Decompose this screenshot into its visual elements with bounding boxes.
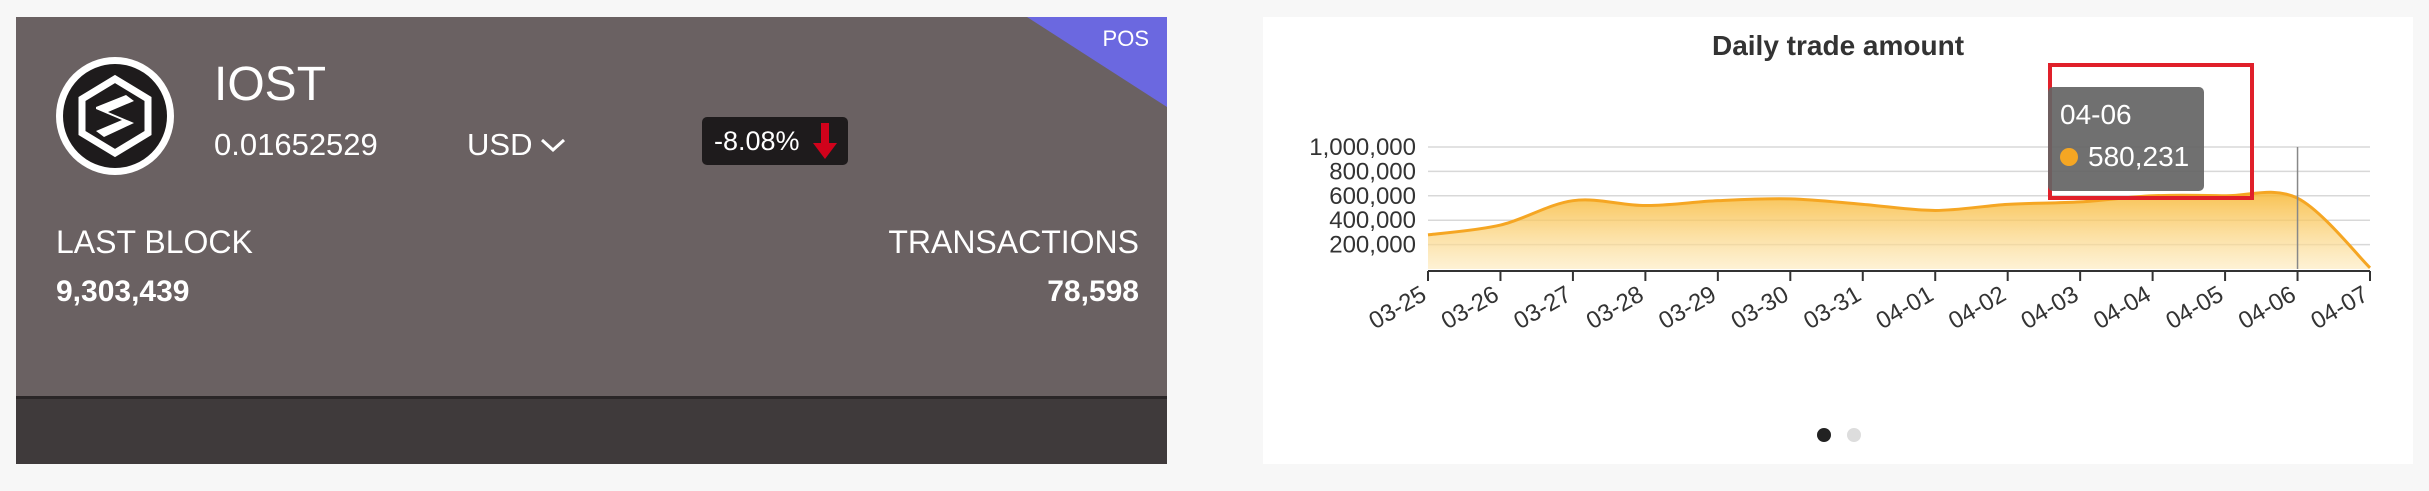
y-tick-label: 1,000,000 xyxy=(1309,134,1416,161)
chevron-down-icon xyxy=(541,138,566,153)
arrow-down-icon xyxy=(812,123,837,159)
series-dot-icon xyxy=(2060,148,2078,166)
transactions-label: TRANSACTIONS xyxy=(888,224,1139,260)
coin-card: POS IOST 0.01652529 USD -8.08% LAST BLOC… xyxy=(16,17,1167,464)
pos-badge: POS xyxy=(1102,26,1149,51)
y-tick-label: 800,000 xyxy=(1329,158,1416,185)
x-tick-label: 03-26 xyxy=(1437,281,1504,335)
pager-dot[interactable] xyxy=(1817,428,1831,442)
price-change-badge: -8.08% xyxy=(702,117,848,165)
chart-card: Daily trade amount 1,000,000 800,000 600,0… xyxy=(1263,17,2413,464)
x-tick-label: 03-25 xyxy=(1364,281,1431,335)
last-block-value: 9,303,439 xyxy=(56,275,190,308)
x-tick-label: 04-03 xyxy=(2016,281,2083,335)
x-tick-label: 03-31 xyxy=(1799,281,1866,335)
tooltip-date: 04-06 xyxy=(2060,99,2132,130)
currency-select[interactable]: USD xyxy=(467,127,566,163)
y-tick-label: 200,000 xyxy=(1329,232,1416,259)
coin-price: 0.01652529 xyxy=(214,127,378,162)
series-area xyxy=(1428,192,2370,269)
price-change-value: -8.08% xyxy=(714,125,800,156)
pager-dot[interactable] xyxy=(1847,428,1861,442)
transactions-value: 78,598 xyxy=(1047,275,1139,308)
last-block-label: LAST BLOCK xyxy=(56,224,253,260)
x-tick-label: 04-04 xyxy=(2089,281,2156,335)
x-tick-label: 04-05 xyxy=(2161,281,2228,335)
x-tick-label: 03-30 xyxy=(1727,281,1794,335)
x-tick-label: 03-29 xyxy=(1654,281,1721,335)
carousel-pager xyxy=(1817,428,1861,442)
tooltip-value: 580,231 xyxy=(2088,141,2190,172)
iost-logo-icon xyxy=(56,57,174,175)
x-tick-label: 04-07 xyxy=(2306,281,2373,335)
x-tick-label: 04-06 xyxy=(2234,281,2301,335)
x-tick-label: 04-02 xyxy=(1944,281,2011,335)
card-footer xyxy=(16,396,1167,464)
x-tick-label: 03-27 xyxy=(1509,281,1576,335)
y-tick-label: 400,000 xyxy=(1329,207,1416,234)
y-tick-label: 600,000 xyxy=(1329,183,1416,210)
currency-label: USD xyxy=(467,127,533,162)
x-tick-label: 04-01 xyxy=(1872,281,1939,335)
coin-name: IOST xyxy=(214,58,327,111)
chart-tooltip: 04-06 580,231 xyxy=(2048,87,2204,191)
tooltip-row: 580,231 xyxy=(2060,141,2189,173)
x-tick-label: 03-28 xyxy=(1582,281,1649,335)
